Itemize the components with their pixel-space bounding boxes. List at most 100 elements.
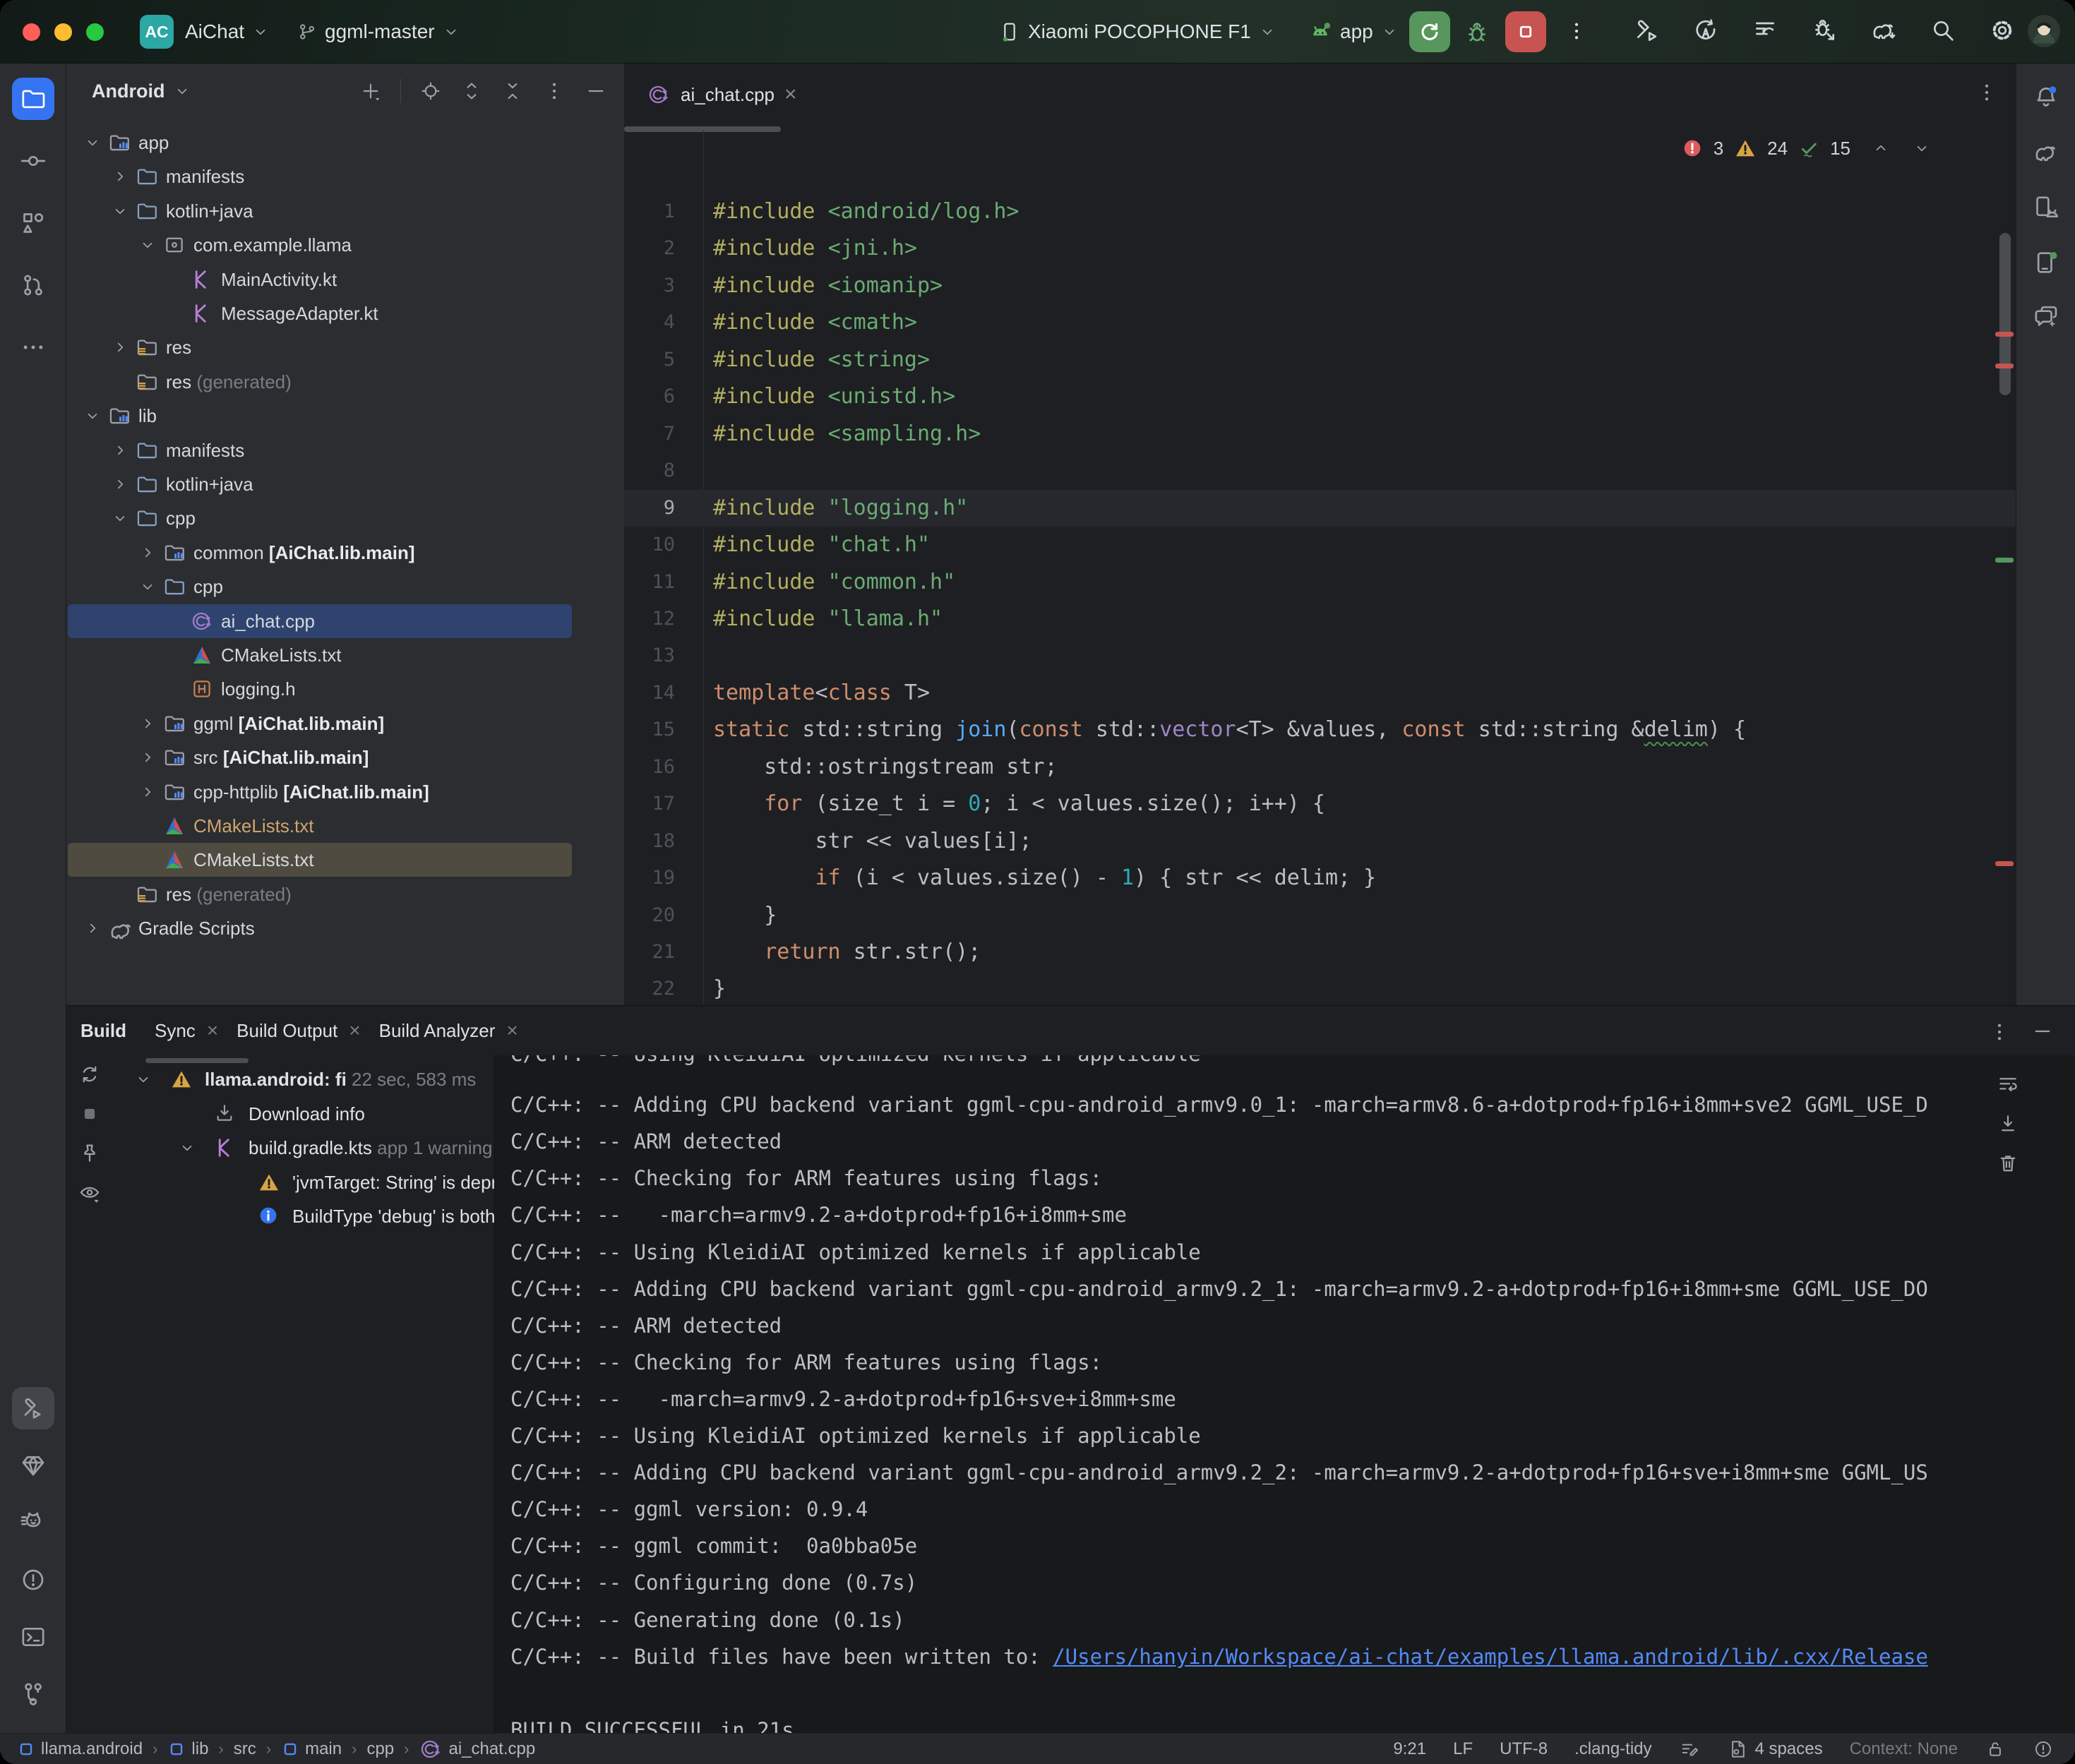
tree-chevron-icon[interactable] xyxy=(83,133,102,152)
breadcrumb-item-main[interactable]: main xyxy=(281,1739,342,1759)
project-view-selector[interactable]: Android xyxy=(92,80,165,102)
tree-chevron-icon[interactable] xyxy=(111,167,129,186)
tool-strip-cat-plugin[interactable] xyxy=(12,1501,54,1544)
build-tree-item[interactable]: Download info xyxy=(134,1097,494,1131)
status--clang-tidy[interactable]: .clang-tidy xyxy=(1574,1739,1651,1759)
tree-chevron-icon[interactable] xyxy=(83,407,102,425)
status-error-highlight[interactable] xyxy=(2033,1739,2054,1760)
status-context-none[interactable]: Context: None xyxy=(1850,1739,1958,1759)
code-line-16[interactable]: 16 std::ostringstream str; xyxy=(624,749,2016,786)
tree-item-logging-h[interactable]: logging.h xyxy=(66,672,624,706)
gradle-sync-button[interactable] xyxy=(1870,16,1898,48)
hide-icon[interactable] xyxy=(585,80,607,102)
refresh-icon[interactable] xyxy=(78,1062,102,1086)
tree-item-common[interactable]: common [AiChat.lib.main] xyxy=(66,536,624,570)
tool-strip-project-folder[interactable] xyxy=(12,78,54,120)
tree-chevron-icon[interactable] xyxy=(134,1070,153,1088)
code-line-15[interactable]: 15static std::string join(const std::vec… xyxy=(624,712,2016,748)
editor-scrollbar[interactable] xyxy=(1999,233,2011,395)
branch-selector[interactable]: ggml-master xyxy=(297,0,460,64)
run-options-kebab[interactable] xyxy=(1565,19,1589,47)
breadcrumb[interactable]: llama.android›lib›src›main›cpp›ai_chat.c… xyxy=(17,1737,535,1761)
tool-strip-ai-assistant[interactable] xyxy=(2025,296,2067,339)
code-line-1[interactable]: 1#include <android/log.h> xyxy=(624,193,2016,230)
code-line-5[interactable]: 5#include <string> xyxy=(624,342,2016,378)
debug-button[interactable] xyxy=(1463,19,1491,51)
tree-item-cpp[interactable]: cpp xyxy=(66,570,624,604)
inspections-widget[interactable]: 3 24 15 xyxy=(1681,133,1931,164)
build-tab-build-analyzer[interactable]: Build Analyzer× xyxy=(379,1019,518,1042)
build-tree-item[interactable]: 'jvmTarget: String' is deprec xyxy=(134,1165,494,1199)
hide-build-panel[interactable] xyxy=(2031,1020,2054,1048)
build-output-path-link[interactable]: /Users/hanyin/Workspace/ai-chat/examples… xyxy=(1053,1645,1928,1669)
ok-stripe-mark[interactable] xyxy=(1995,558,2014,563)
add-icon[interactable] xyxy=(359,80,382,102)
bug-attach-button[interactable] xyxy=(1810,16,1838,48)
filter-eye-icon[interactable] xyxy=(78,1181,102,1205)
breadcrumb-item-lib[interactable]: lib xyxy=(167,1739,208,1759)
build-tree-item[interactable]: BuildType 'debug' is both de xyxy=(134,1199,494,1233)
breadcrumb-item-ai-chat-cpp[interactable]: ai_chat.cpp xyxy=(419,1737,535,1761)
code-line-2[interactable]: 2#include <jni.h> xyxy=(624,230,2016,267)
build-tree-item[interactable]: build.gradle.kts app 1 warning xyxy=(134,1131,494,1165)
error-stripe-mark[interactable] xyxy=(1995,861,2014,866)
code-line-17[interactable]: 17 for (size_t i = 0; i < values.size();… xyxy=(624,786,2016,822)
tree-item-src[interactable]: src [AiChat.lib.main] xyxy=(66,740,624,774)
close-tab-icon[interactable]: × xyxy=(506,1019,518,1042)
tool-strip-problems[interactable] xyxy=(12,1559,54,1601)
search-button[interactable] xyxy=(1929,16,1957,48)
tree-item-kotlin-java[interactable]: kotlin+java xyxy=(66,194,624,228)
tree-item-res[interactable]: res xyxy=(66,330,624,364)
tool-strip-build-hammer[interactable] xyxy=(12,1387,54,1429)
tool-strip-structure[interactable] xyxy=(12,202,54,244)
code-line-12[interactable]: 12#include "llama.h" xyxy=(624,601,2016,637)
pin-icon[interactable] xyxy=(78,1141,102,1165)
tool-strip-gradle[interactable] xyxy=(2025,131,2067,174)
code-line-14[interactable]: 14template<class T> xyxy=(624,675,2016,712)
tree-chevron-icon[interactable] xyxy=(111,475,129,493)
tool-strip-codegpt-diamond[interactable] xyxy=(12,1444,54,1487)
tree-item-cmakelists-txt[interactable]: CMakeLists.txt xyxy=(66,638,624,672)
breadcrumb-item-llama-android[interactable]: llama.android xyxy=(17,1739,143,1759)
code-line-7[interactable]: 7#include <sampling.h> xyxy=(624,416,2016,452)
macos-traffic-lights[interactable] xyxy=(23,23,104,41)
soft-wrap-icon[interactable] xyxy=(1996,1072,2020,1096)
status-9-21[interactable]: 9:21 xyxy=(1393,1739,1426,1759)
tree-item-cpp[interactable]: cpp xyxy=(66,501,624,535)
error-stripe-mark[interactable] xyxy=(1995,332,2014,337)
tree-item-gradle-scripts[interactable]: Gradle Scripts xyxy=(66,911,624,945)
status-utf-8[interactable]: UTF-8 xyxy=(1500,1739,1548,1759)
tree-item-ai-chat-cpp[interactable]: ai_chat.cpp xyxy=(66,604,624,638)
code-line-21[interactable]: 21 return str.str(); xyxy=(624,934,2016,971)
tree-item-lib[interactable]: lib xyxy=(66,399,624,433)
code-line-8[interactable]: 8 xyxy=(624,452,2016,489)
scroll-end-icon[interactable] xyxy=(1996,1112,2020,1136)
close-tab-icon[interactable]: × xyxy=(207,1019,218,1042)
close-window-button[interactable] xyxy=(23,23,40,41)
tree-chevron-icon[interactable] xyxy=(111,202,129,220)
tree-chevron-icon[interactable] xyxy=(138,748,157,767)
settings-button[interactable] xyxy=(1988,16,2016,48)
prev-issue-icon[interactable] xyxy=(1872,139,1890,157)
build-tab-build-output[interactable]: Build Output× xyxy=(237,1019,360,1042)
tool-strip-terminal[interactable] xyxy=(12,1616,54,1658)
code-line-20[interactable]: 20 } xyxy=(624,897,2016,934)
tool-strip-notifications[interactable] xyxy=(2025,76,2067,119)
tree-item-kotlin-java[interactable]: kotlin+java xyxy=(66,467,624,501)
tree-item-ggml[interactable]: ggml [AiChat.lib.main] xyxy=(66,707,624,740)
expand-all-icon[interactable] xyxy=(460,80,483,102)
project-icon[interactable]: AC xyxy=(140,15,174,49)
status-lf[interactable]: LF xyxy=(1453,1739,1473,1759)
error-stripe-mark[interactable] xyxy=(1995,364,2014,368)
tree-item-res[interactable]: res (generated) xyxy=(66,365,624,399)
code-line-3[interactable]: 3#include <iomanip> xyxy=(624,268,2016,304)
tree-chevron-icon[interactable] xyxy=(111,441,129,460)
stop-button[interactable] xyxy=(1505,11,1546,52)
tree-item-app[interactable]: app xyxy=(66,126,624,160)
close-tab-icon[interactable]: × xyxy=(784,83,797,107)
collapse-all-icon[interactable] xyxy=(501,80,524,102)
code-line-18[interactable]: 18 str << values[i]; xyxy=(624,823,2016,860)
locate-icon[interactable] xyxy=(419,80,442,102)
code-line-11[interactable]: 11#include "common.h" xyxy=(624,564,2016,601)
breadcrumb-item-src[interactable]: src xyxy=(234,1739,256,1759)
